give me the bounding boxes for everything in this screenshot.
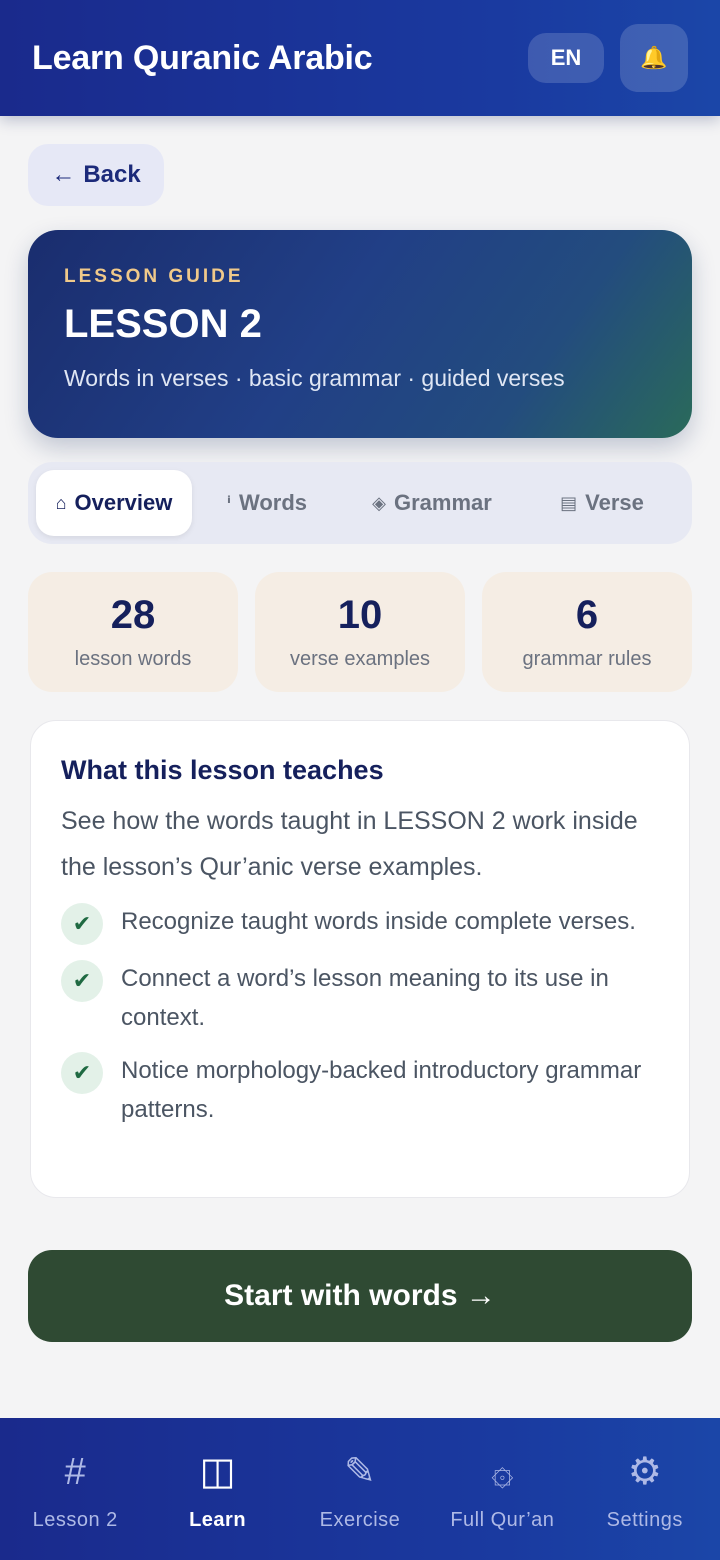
nav-lesson[interactable]: # Lesson 2 <box>4 1418 146 1560</box>
start-with-words-button[interactable]: Start with words → <box>28 1250 692 1342</box>
list-item: ✔ Notice morphology-backed introductory … <box>61 1052 659 1129</box>
objectives-title: What this lesson teaches <box>61 755 384 785</box>
tab-words-label: Words <box>238 490 307 515</box>
stat-label: verse examples <box>289 648 431 670</box>
list-item: ✔ Connect a word’s lesson meaning to its… <box>61 960 659 1037</box>
check-icon: ✔ <box>61 903 103 945</box>
stat-value: 6 <box>575 593 599 637</box>
tab-grammar[interactable]: ◈ Grammar <box>342 470 522 536</box>
nav-label: Settings <box>606 1508 683 1531</box>
list-item: ✔ Recognize taught words inside complete… <box>61 903 659 945</box>
nav-label: Exercise <box>319 1508 401 1531</box>
stat-label: lesson words <box>74 648 192 670</box>
objectives-description: See how the words taught in LESSON 2 wor… <box>61 807 638 881</box>
pencil-icon: ✎ <box>344 1450 376 1493</box>
lesson-subtitle: Words in verses · basic grammar · guided… <box>64 365 565 391</box>
diamond-icon: ◈ <box>372 492 386 513</box>
tab-verse-label: Verse <box>585 490 644 515</box>
objective-text: Notice morphology-backed introductory gr… <box>121 1057 642 1123</box>
nav-settings[interactable]: ⚙ Settings <box>574 1418 716 1560</box>
tab-grammar-label: Grammar <box>394 490 492 515</box>
tab-verse[interactable]: ▤ Verse <box>522 470 682 536</box>
lesson-title: LESSON 2 <box>64 302 262 346</box>
hero-kicker: LESSON GUIDE <box>64 266 244 287</box>
gear-icon: ⚙ <box>627 1450 662 1493</box>
nav-label: Full Qur’an <box>450 1508 555 1531</box>
nav-full-quran[interactable]: ۞ Full Qur’an <box>431 1418 573 1560</box>
objective-text: Connect a word’s lesson meaning to its u… <box>121 965 609 1031</box>
stat-grammar-rules: 6 grammar rules <box>482 572 692 692</box>
tab-overview-label: Overview <box>74 490 173 515</box>
hash-icon: # <box>64 1450 86 1493</box>
arrow-left-icon: ← <box>51 161 76 188</box>
nav-label: Learn <box>189 1508 247 1531</box>
app-root: Learn Quranic Arabic EN 🔔 ← Back LESSON … <box>0 0 720 1560</box>
stat-value: 28 <box>110 593 156 637</box>
language-button[interactable]: EN <box>528 33 604 83</box>
lesson-tabs: ⌂ Overview ⁱ Words ◈ Grammar ▤ Verse <box>28 462 692 544</box>
document-icon: ▤ <box>560 492 578 513</box>
bottom-navigation: # Lesson 2 ◫ Learn ✎ Exercise ۞ Full Qur… <box>0 1418 720 1560</box>
nav-learn[interactable]: ◫ Learn <box>147 1418 289 1560</box>
book-icon: ◫ <box>199 1450 236 1493</box>
home-icon: ⌂ <box>55 492 67 513</box>
stat-verse-examples: 10 verse examples <box>255 572 465 692</box>
tab-words[interactable]: ⁱ Words <box>192 470 342 536</box>
bell-icon: 🔔 <box>640 45 668 70</box>
back-label: Back <box>83 161 141 188</box>
stat-label: grammar rules <box>522 648 652 670</box>
nav-exercise[interactable]: ✎ Exercise <box>289 1418 431 1560</box>
letter-icon: ⁱ <box>227 492 231 513</box>
tab-overview[interactable]: ⌂ Overview <box>36 470 192 536</box>
objectives-list: ✔ Recognize taught words inside complete… <box>61 903 659 1129</box>
lesson-stats: 28 lesson words 10 verse examples 6 gram… <box>28 572 692 692</box>
check-icon: ✔ <box>61 1052 103 1094</box>
quran-star-icon: ۞ <box>491 1450 514 1493</box>
lesson-objectives-card: What this lesson teaches See how the wor… <box>30 720 690 1198</box>
stat-lesson-words: 28 lesson words <box>28 572 238 692</box>
check-icon: ✔ <box>61 960 103 1002</box>
app-title: Learn Quranic Arabic <box>32 38 373 77</box>
back-button[interactable]: ← Back <box>28 144 164 206</box>
nav-label: Lesson 2 <box>32 1508 118 1531</box>
top-app-bar: Learn Quranic Arabic EN 🔔 <box>0 0 720 116</box>
objective-text: Recognize taught words inside complete v… <box>121 908 636 935</box>
stat-value: 10 <box>337 593 383 637</box>
notifications-button[interactable]: 🔔 <box>620 24 688 92</box>
lesson-hero-card: LESSON GUIDE LESSON 2 Words in verses · … <box>28 230 692 438</box>
